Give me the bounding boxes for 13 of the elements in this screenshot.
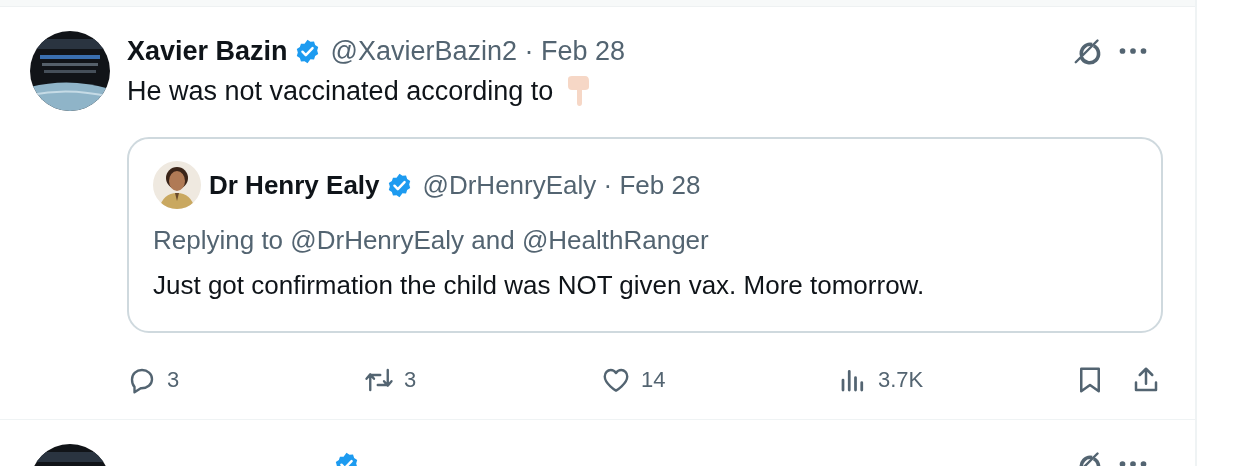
views-button[interactable]: 3.7K: [838, 365, 1075, 395]
tweet-text: He was not vaccinated according to: [127, 75, 554, 107]
author-handle-and-date: @XavierBazin2 · Feb 28: [330, 35, 626, 67]
repost-button[interactable]: 3: [364, 365, 601, 395]
author-name: Dr Henry Ealy: [209, 169, 380, 201]
author-handle-and-date: @DrHenryEaly · Feb 28: [422, 169, 701, 201]
reply-button[interactable]: 3: [127, 365, 364, 395]
like-button[interactable]: 14: [601, 365, 838, 395]
replying-to-text: Replying to @DrHenryEaly and @HealthRanger: [153, 225, 710, 256]
author-name: Xavier Bazin: [127, 35, 288, 67]
quoted-tweet-card[interactable]: Dr Henry Ealy @DrHenryEaly · Feb 28 Replying to @DrHenryEaly and @HealthRanger Just got confirmation the child was NOT given vax. More tomorrow.: [127, 137, 1163, 333]
pointing-down-hand-icon: [565, 75, 592, 107]
quoted-tweet-text: Just got confirmation the child was NOT given vax. More tomorrow.: [153, 270, 926, 301]
